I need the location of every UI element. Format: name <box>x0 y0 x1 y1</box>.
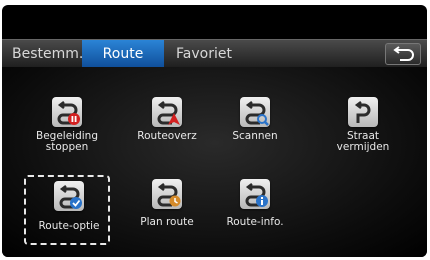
menu-item-avoid-street[interactable]: Straat vermijden <box>320 97 406 161</box>
menu-item-plan-route[interactable]: Plan route <box>124 179 210 243</box>
screenshot-frame: Bestemm. Route Favoriet Begeleiding stop… <box>0 0 430 260</box>
route-menu: Begeleiding stoppen Routeoverz Scannen S… <box>2 67 427 257</box>
back-arrow-icon <box>393 46 414 61</box>
back-button[interactable] <box>385 43 421 65</box>
scan-icon <box>240 97 270 127</box>
menu-item-label: Route-info. <box>226 216 284 228</box>
menu-item-label: Begeleiding stoppen <box>36 130 98 153</box>
menu-item-route-info[interactable]: Route-info. <box>212 179 298 243</box>
menu-item-scan[interactable]: Scannen <box>212 97 298 161</box>
route-overview-icon <box>152 97 182 127</box>
menu-item-route-overview[interactable]: Routeoverz <box>124 97 210 161</box>
menu-item-label: Straat vermijden <box>336 130 390 153</box>
tab-route[interactable]: Route <box>82 40 164 68</box>
route-info-icon <box>240 179 270 209</box>
tab-favoriet[interactable]: Favoriet <box>170 40 260 68</box>
menu-item-label: Scannen <box>232 130 278 142</box>
menu-item-label: Plan route <box>140 216 194 228</box>
avoid-street-icon <box>348 97 378 127</box>
plan-route-icon <box>152 179 182 209</box>
tab-bestemm[interactable]: Bestemm. <box>6 40 83 68</box>
display: Bestemm. Route Favoriet Begeleiding stop… <box>2 5 427 257</box>
menu-item-stop-guidance[interactable]: Begeleiding stoppen <box>24 97 110 161</box>
route-option-icon <box>54 181 84 211</box>
menu-item-label: Route-optie <box>38 220 100 232</box>
menu-item-label: Routeoverz <box>137 130 197 142</box>
tab-bar: Bestemm. Route Favoriet <box>2 39 427 69</box>
stop-guidance-icon <box>52 97 82 127</box>
menu-item-route-option[interactable]: Route-optie <box>24 175 110 245</box>
